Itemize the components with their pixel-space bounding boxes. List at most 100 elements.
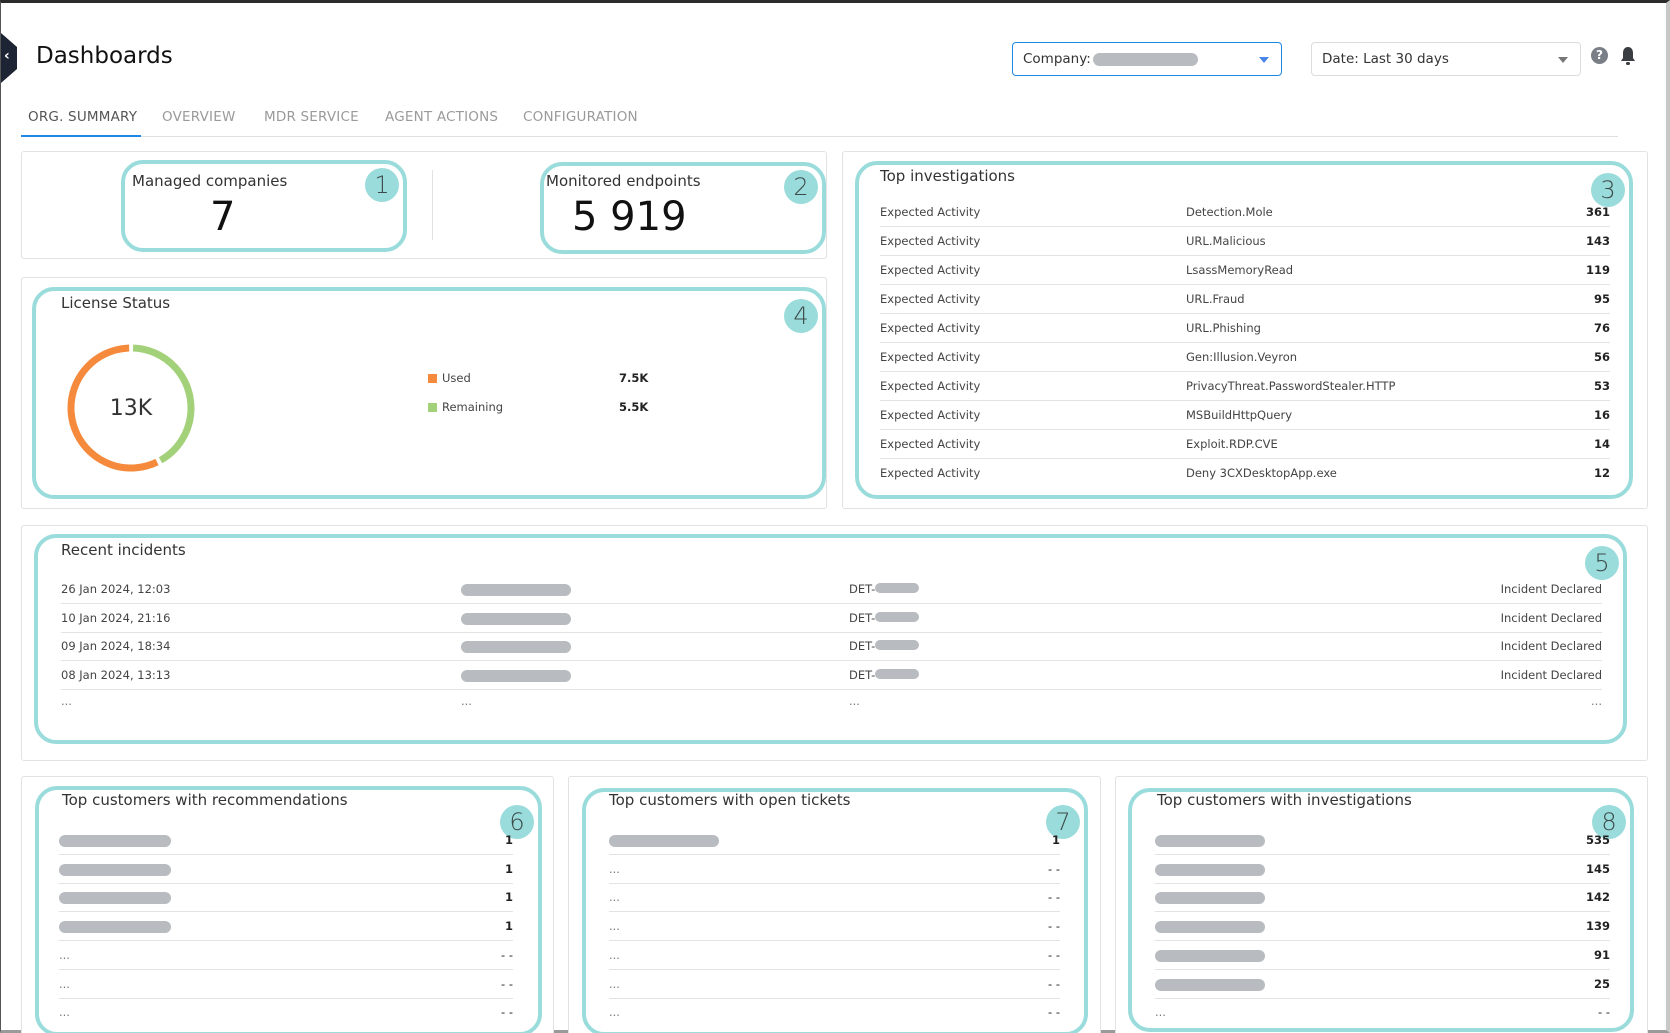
customer-row[interactable]: 145 (1155, 855, 1610, 884)
customer-count: 25 (1593, 976, 1610, 991)
incident-id[interactable]: DET- (849, 639, 920, 653)
investigation-count: 12 (1593, 466, 1610, 480)
empty-value: - - (501, 976, 513, 991)
monitored-endpoints-value: 5 919 (572, 194, 687, 240)
ellipsis: ... (609, 890, 620, 905)
investigation-type: Expected Activity (880, 292, 981, 306)
investigation-row[interactable]: Expected Activity MSBuildHttpQuery 16 (880, 401, 1610, 430)
incident-row[interactable]: 10 Jan 2024, 21:16 DET- Incident Declared (61, 604, 1602, 633)
empty-value: - - (1598, 1005, 1610, 1020)
investigation-count: 76 (1593, 321, 1610, 335)
investigation-count: 119 (1585, 263, 1610, 277)
incident-row[interactable]: 26 Jan 2024, 12:03 DET- Incident Declared (61, 575, 1602, 604)
customer-count: 139 (1585, 919, 1610, 934)
customer-row[interactable]: 1 (609, 826, 1060, 855)
managed-companies-label: Managed companies (132, 172, 288, 190)
help-icon[interactable]: ? (1591, 47, 1608, 64)
customer-count: 1 (504, 919, 513, 934)
date-range-select[interactable]: Date: Last 30 days (1311, 42, 1581, 76)
annotation-badge: 4 (784, 299, 818, 333)
customer-row[interactable]: 1 (59, 826, 513, 855)
incident-row[interactable]: 09 Jan 2024, 18:34 DET- Incident Declared (61, 632, 1602, 661)
top-open-tickets-title: Top customers with open tickets (609, 791, 851, 809)
incident-id-prefix: DET- (849, 639, 876, 653)
customer-empty-row: ... - - (609, 998, 1060, 1027)
tab-mdr-service[interactable]: MDR SERVICE (264, 109, 359, 125)
investigation-type: Expected Activity (880, 379, 981, 393)
investigation-row[interactable]: Expected Activity Exploit.RDP.CVE 14 (880, 430, 1610, 459)
incident-date: 26 Jan 2024, 12:03 (61, 582, 171, 596)
customer-row[interactable]: 25 (1155, 970, 1610, 999)
bell-icon[interactable] (1620, 46, 1636, 66)
investigation-row[interactable]: Expected Activity PrivacyThreat.PasswordS… (880, 372, 1610, 401)
incident-id[interactable]: DET- (849, 582, 920, 596)
customer-count: 1 (504, 890, 513, 905)
investigation-type: Expected Activity (880, 321, 981, 335)
investigation-type: Expected Activity (880, 350, 981, 364)
ellipsis: ... (609, 947, 620, 962)
investigation-name: URL.Malicious (1186, 234, 1266, 248)
legend-value-remaining: 5.5K (619, 400, 649, 414)
incident-id-prefix: DET- (849, 582, 876, 596)
tab-org-summary[interactable]: ORG. SUMMARY (28, 109, 137, 125)
customer-name-redacted (59, 921, 171, 934)
ellipsis: ... (461, 694, 472, 708)
tab-configuration[interactable]: CONFIGURATION (523, 109, 638, 125)
recent-incidents-title: Recent incidents (61, 541, 186, 559)
customer-row[interactable]: 1 (59, 912, 513, 942)
monitored-endpoints-widget[interactable]: Monitored endpoints 5 919 2 (540, 162, 826, 254)
customer-row[interactable]: 535 (1155, 826, 1610, 855)
customer-empty-row: ... - - (59, 998, 513, 1027)
customer-name-redacted (1155, 949, 1265, 962)
company-select-label: Company: (1023, 51, 1091, 67)
ellipsis: ... (609, 976, 620, 991)
investigation-row[interactable]: Expected Activity Detection.Mole 361 (880, 198, 1610, 227)
ellipsis: ... (609, 1005, 620, 1020)
investigation-row[interactable]: Expected Activity Gen:Illusion.Veyron 56 (880, 343, 1610, 372)
investigation-row[interactable]: Expected Activity URL.Malicious 143 (880, 227, 1610, 256)
tab-overview[interactable]: OVERVIEW (162, 109, 236, 125)
monitored-endpoints-label: Monitored endpoints (546, 172, 701, 190)
customer-name-redacted (59, 835, 171, 847)
investigation-name: URL.Fraud (1186, 292, 1245, 306)
investigation-row[interactable]: Expected Activity Deny 3CXDesktopApp.exe 1… (880, 459, 1610, 488)
sidebar-collapse-button[interactable]: ‹ (1, 33, 17, 83)
customer-row[interactable]: 91 (1155, 941, 1610, 970)
ellipsis: ... (59, 1005, 70, 1020)
customer-count: 1 (1051, 833, 1060, 847)
legend-item-used: Used (428, 371, 471, 385)
customer-row[interactable]: 1 (59, 883, 513, 913)
incident-id[interactable]: DET- (849, 668, 920, 682)
customer-name-redacted (59, 892, 171, 905)
customer-empty-row: ... - - (609, 941, 1060, 970)
incident-date: 08 Jan 2024, 13:13 (61, 667, 171, 682)
incident-status: Incident Declared (1500, 667, 1602, 682)
investigation-row[interactable]: Expected Activity LsassMemoryRead 119 (880, 256, 1610, 285)
incident-row[interactable]: 08 Jan 2024, 13:13 DET- Incident Declared (61, 661, 1602, 690)
top-customers-investigations-card: Top customers with investigations 8 535 1… (1115, 776, 1648, 1033)
tab-agent-actions[interactable]: AGENT ACTIONS (385, 109, 498, 125)
incident-company-redacted (461, 612, 571, 625)
investigation-type: Expected Activity (880, 408, 981, 422)
incident-status: Incident Declared (1500, 582, 1602, 596)
investigation-row[interactable]: Expected Activity URL.Fraud 95 (880, 285, 1610, 314)
chevron-left-icon: ‹ (4, 48, 10, 64)
incident-id[interactable]: DET- (849, 611, 920, 625)
empty-value: - - (1048, 947, 1060, 962)
license-donut-chart: 13K (67, 344, 195, 472)
customer-row[interactable]: 139 (1155, 912, 1610, 942)
date-range-label: Date: Last 30 days (1322, 51, 1449, 67)
top-recommendations-card: Top customers with recommendations 6 111… (21, 776, 554, 1033)
company-select[interactable]: Company: (1012, 42, 1282, 76)
chevron-down-icon (1558, 57, 1568, 63)
app-window: ‹ Dashboards Company: Date: Last 30 days… (0, 0, 1670, 1033)
investigation-count: 14 (1593, 437, 1610, 451)
managed-companies-widget[interactable]: Managed companies 7 1 (121, 160, 407, 252)
investigation-type: Expected Activity (880, 263, 981, 277)
investigation-type: Expected Activity (880, 466, 981, 480)
customer-row[interactable]: 1 (59, 855, 513, 884)
investigation-count: 53 (1593, 379, 1610, 393)
investigation-row[interactable]: Expected Activity URL.Phishing 76 (880, 314, 1610, 343)
customer-row[interactable]: 142 (1155, 883, 1610, 913)
top-customers-investigations-widget: Top customers with investigations 8 535 1… (1128, 788, 1634, 1032)
